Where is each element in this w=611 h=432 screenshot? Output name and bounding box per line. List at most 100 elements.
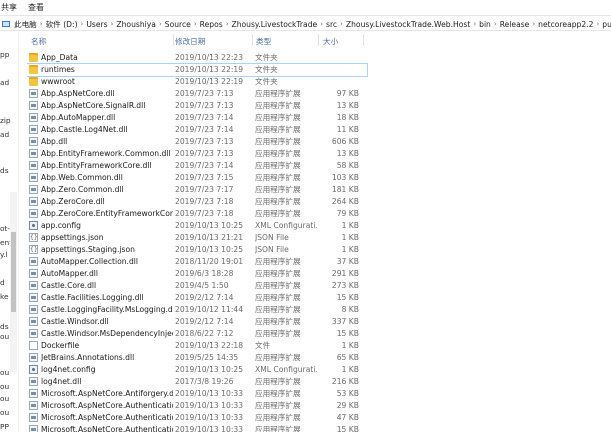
file-row[interactable]: App_Data 2019/10/13 22:23 文件夹: [27, 52, 367, 64]
breadcrumb-item[interactable]: bin: [479, 20, 491, 29]
column-header-date[interactable]: 修改日期: [175, 36, 205, 47]
breadcrumb-chevron-icon[interactable]: ›: [596, 20, 599, 28]
file-row[interactable]: Abp.Web.Common.dll 2019/7/23 7:15 应用程序扩展 10…: [27, 172, 367, 184]
nav-item[interactable]: zip: [0, 116, 11, 125]
file-size: 1 KB: [341, 245, 359, 254]
file-row[interactable]: Abp.ZeroCore.EntityFrameworkCore.... 2019…: [27, 208, 367, 220]
column-header-size[interactable]: 大小: [323, 36, 338, 47]
file-row[interactable]: Castle.LoggingFacility.MsLogging.dll 2019…: [27, 304, 367, 316]
file-row[interactable]: Microsoft.AspNetCore.Authenticatio... 201…: [27, 424, 367, 432]
breadcrumb-item[interactable]: Release: [500, 20, 530, 29]
breadcrumb-item[interactable]: Source: [165, 20, 191, 29]
breadcrumb-item[interactable]: Repos: [200, 20, 223, 29]
nav-item[interactable]: ds: [0, 322, 9, 331]
file-row[interactable]: Microsoft.AspNetCore.Authenticatio... 201…: [27, 400, 367, 412]
file-row[interactable]: runtimes 2019/10/13 22:19 文件夹: [27, 63, 368, 77]
folder-icon: [29, 53, 38, 62]
file-row[interactable]: log4net.dll 2017/3/8 19:26 应用程序扩展 216 KB: [27, 376, 367, 388]
file-date: 2019/7/23 7:14: [175, 113, 234, 122]
file-name: Abp.AutoMapper.dll: [41, 113, 116, 122]
column-divider[interactable]: [318, 34, 319, 46]
breadcrumb-item[interactable]: 软件 (D:): [46, 19, 78, 30]
file-row[interactable]: Castle.Facilities.Logging.dll 2019/2/12 7…: [27, 292, 367, 304]
nav-item[interactable]: ke: [0, 292, 9, 301]
file-row[interactable]: log4net.config 2019/10/13 10:25 XML Config…: [27, 364, 367, 376]
breadcrumb-item[interactable]: netcoreapp2.2: [538, 20, 593, 29]
file-row[interactable]: Castle.Windsor.dll 2019/2/12 7:14 应用程序扩展 33…: [27, 316, 367, 328]
address-bar[interactable]: 此电脑 › 软件 (D:) › Users › Zhoushiya › Source › Repos…: [0, 15, 611, 31]
file-name: Microsoft.AspNetCore.Authenticatio...: [41, 401, 173, 410]
nav-item[interactable]: ou: [0, 368, 9, 377]
breadcrumb-chevron-icon[interactable]: ›: [40, 20, 43, 28]
breadcrumb-chevron-icon[interactable]: ›: [159, 20, 162, 28]
breadcrumb-chevron-icon[interactable]: ›: [473, 20, 476, 28]
ribbon-tab-share[interactable]: 共享: [1, 2, 17, 13]
dll-icon: [29, 305, 38, 314]
nav-item[interactable]: PP: [0, 422, 9, 431]
column-divider[interactable]: [252, 34, 253, 46]
breadcrumb-chevron-icon[interactable]: ›: [532, 20, 535, 28]
file-type: XML Configurati...: [255, 365, 317, 374]
column-divider[interactable]: [363, 34, 364, 46]
column-header-name[interactable]: 名称: [31, 36, 46, 47]
column-divider[interactable]: [173, 34, 174, 46]
file-row[interactable]: Castle.Windsor.MsDependencyInject... 2018…: [27, 328, 367, 340]
breadcrumb-item[interactable]: publish: [602, 20, 611, 29]
breadcrumb-item[interactable]: Zhoushiya: [116, 20, 156, 29]
file-date: 2018/11/20 19:01: [175, 257, 244, 266]
nav-item[interactable]: ds: [0, 166, 9, 175]
nav-item[interactable]: pp: [0, 50, 9, 59]
nav-item[interactable]: ou: [0, 394, 9, 403]
breadcrumb-chevron-icon[interactable]: ›: [320, 20, 323, 28]
file-row[interactable]: Abp.EntityFramework.Common.dll 2019/7/23 …: [27, 148, 367, 160]
breadcrumb-item[interactable]: Users: [86, 20, 107, 29]
nav-item[interactable]: ou: [0, 408, 9, 417]
file-row[interactable]: Abp.ZeroCore.dll 2019/7/23 7:18 应用程序扩展 264 …: [27, 196, 367, 208]
file-row[interactable]: Microsoft.AspNetCore.Antiforgery.dll 2019…: [27, 388, 367, 400]
file-row[interactable]: Abp.EntityFrameworkCore.dll 2019/7/23 7:1…: [27, 160, 367, 172]
nav-item[interactable]: ad: [0, 130, 9, 139]
file-row[interactable]: Abp.AspNetCore.SignalR.dll 2019/7/23 7:13…: [27, 100, 367, 112]
nav-item[interactable]: d: [0, 278, 5, 287]
dll-icon: [29, 281, 38, 290]
file-list-view: 名称 修改日期 类型 大小 App_Data 2019/10/13 22:23 文件…: [27, 32, 611, 432]
file-row[interactable]: Abp.Zero.Common.dll 2019/7/23 7:17 应用程序扩展 1…: [27, 184, 367, 196]
file-row[interactable]: Abp.AspNetCore.dll 2019/7/23 7:13 应用程序扩展 97…: [27, 88, 367, 100]
nav-item[interactable]: y.l: [0, 250, 8, 259]
file-row[interactable]: app.config 2019/10/13 10:25 XML Configurat…: [27, 220, 367, 232]
nav-scrollbar-thumb[interactable]: [11, 232, 16, 312]
file-row[interactable]: Microsoft.AspNetCore.Authenticatio... 201…: [27, 412, 367, 424]
file-row[interactable]: wwwroot 2019/10/13 22:19 文件夹: [27, 76, 367, 88]
nav-item[interactable]: ou: [0, 332, 9, 341]
breadcrumb-chevron-icon[interactable]: ›: [226, 20, 229, 28]
column-header-type[interactable]: 类型: [256, 36, 271, 47]
file-row[interactable]: Dockerfile 2019/10/13 22:18 文件 1 KB: [27, 340, 367, 352]
ribbon-tab-view[interactable]: 查看: [28, 2, 44, 13]
file-row[interactable]: Abp.AutoMapper.dll 2019/7/23 7:14 应用程序扩展 18…: [27, 112, 367, 124]
file-row[interactable]: appsettings.Staging.json 2019/10/13 10:25…: [27, 244, 367, 256]
file-row[interactable]: Castle.Core.dll 2019/4/5 1:50 应用程序扩展 273 KB: [27, 280, 367, 292]
breadcrumb-item[interactable]: 此电脑: [14, 19, 37, 30]
file-row[interactable]: AutoMapper.Collection.dll 2018/11/20 19:0…: [27, 256, 367, 268]
nav-item[interactable]: ou: [0, 382, 9, 391]
breadcrumb-chevron-icon[interactable]: ›: [111, 20, 114, 28]
file-type: 应用程序扩展: [255, 137, 301, 146]
file-row[interactable]: AutoMapper.dll 2019/6/3 18:28 应用程序扩展 291 KB: [27, 268, 367, 280]
breadcrumb-item[interactable]: Zhousy.LivestockTrade: [232, 20, 318, 29]
nav-item[interactable]: ad: [0, 78, 9, 87]
file-row[interactable]: appsettings.json 2019/10/13 21:21 JSON Fil…: [27, 232, 367, 244]
file-date: 2019/7/23 7:13: [175, 101, 234, 110]
file-type: 应用程序扩展: [255, 125, 301, 134]
breadcrumb-chevron-icon[interactable]: ›: [494, 20, 497, 28]
file-name: JetBrains.Annotations.dll: [41, 353, 135, 362]
breadcrumb-item[interactable]: src: [326, 20, 337, 29]
breadcrumb-chevron-icon[interactable]: ›: [340, 20, 343, 28]
file-row[interactable]: JetBrains.Annotations.dll 2019/5/25 14:35…: [27, 352, 367, 364]
file-row[interactable]: Abp.Castle.Log4Net.dll 2019/7/23 7:14 应用程序…: [27, 124, 367, 136]
breadcrumb-chevron-icon[interactable]: ›: [194, 20, 197, 28]
nav-item[interactable]: ot-: [0, 224, 10, 233]
file-row[interactable]: Abp.dll 2019/7/23 7:13 应用程序扩展 606 KB: [27, 136, 367, 148]
breadcrumb-item[interactable]: Zhousy.LivestockTrade.Web.Host: [346, 20, 470, 29]
breadcrumb-chevron-icon[interactable]: ›: [81, 20, 84, 28]
file-size: 37 KB: [336, 257, 359, 266]
